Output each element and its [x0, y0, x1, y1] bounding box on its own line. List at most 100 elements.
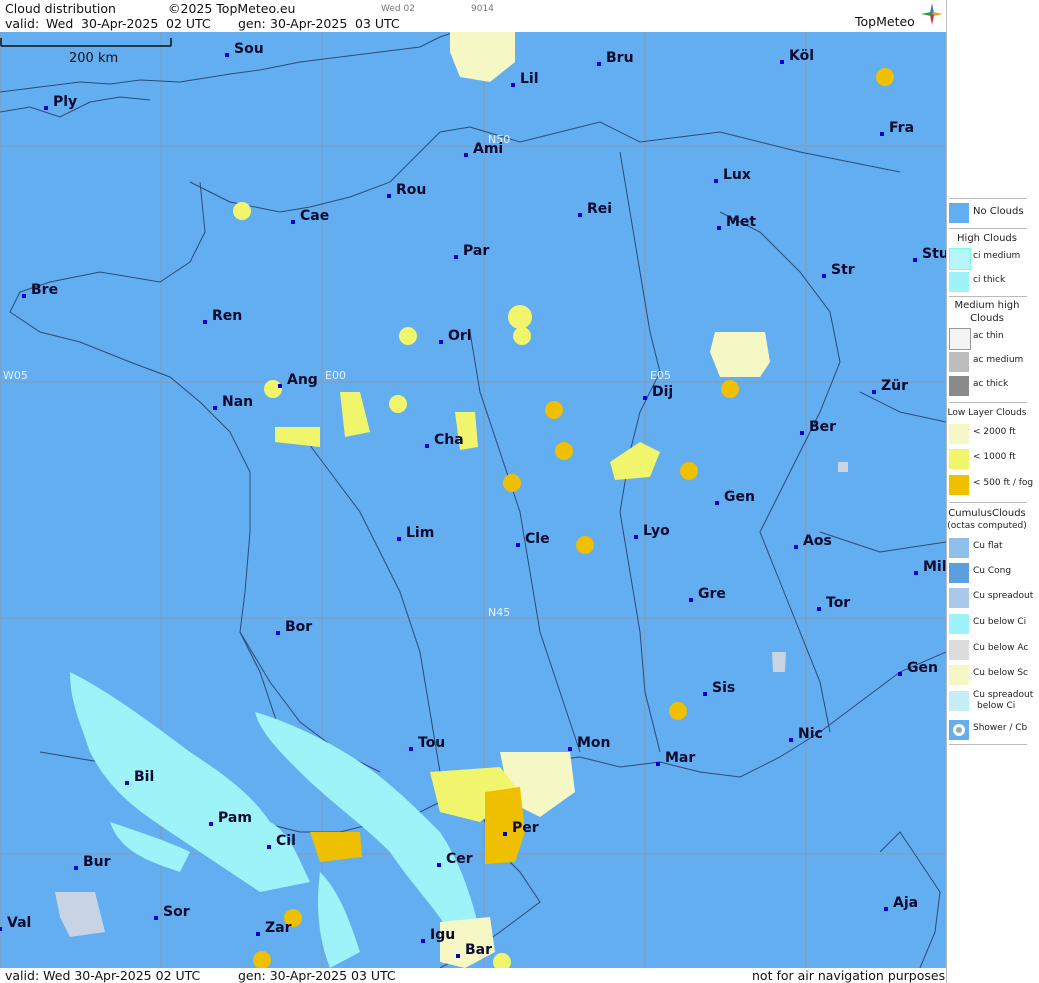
city-label[interactable]: Bor [276, 619, 312, 635]
legend-ci-thick: ci thick [949, 272, 1037, 292]
city-label[interactable]: Zür [872, 378, 908, 394]
city-label[interactable]: Mil [914, 559, 946, 575]
city-label[interactable]: Lux [714, 167, 751, 183]
city-label[interactable]: Met [717, 214, 756, 230]
city-label[interactable]: Ply [44, 94, 77, 110]
city-label[interactable]: Nan [213, 394, 253, 410]
city-label[interactable]: Bre [22, 282, 58, 298]
gen-label: gen: [238, 16, 266, 31]
cloud-map[interactable]: 200 km N50 N45 W05 E00 E05 Sou Bru Köl P… [0, 32, 946, 968]
grid-label-w05: W05 [3, 369, 28, 382]
legend-ac-thick: ac thick [949, 376, 1037, 396]
legend-shower: Shower / Cb [949, 720, 1037, 740]
city-label[interactable]: Dij [643, 384, 673, 400]
city-label[interactable]: Fra [880, 120, 914, 136]
grid-label-e00: E00 [325, 369, 346, 382]
swatch-ci-thick [949, 272, 969, 292]
scale-bar [0, 38, 172, 47]
shower-icon [953, 724, 965, 736]
city-label[interactable]: Ren [203, 308, 242, 324]
city-label[interactable]: Tou [409, 735, 445, 751]
city-label[interactable]: Köl [780, 48, 814, 64]
city-label[interactable]: Ang [278, 372, 318, 388]
city-label[interactable]: Per [503, 820, 539, 836]
footer: valid: Wed 30-Apr-2025 02 UTC gen: 30-Ap… [0, 968, 946, 983]
topmeteo-logo: TopMeteo [855, 14, 915, 29]
legend-divider [949, 296, 1027, 297]
swatch-low-500 [949, 475, 969, 495]
city-label[interactable]: Aos [794, 533, 832, 549]
swatch-cu-below-sc [949, 665, 969, 685]
city-label[interactable]: Cil [267, 833, 296, 849]
city-label[interactable]: Igu [421, 927, 455, 943]
legend-high-title: High Clouds [957, 233, 1017, 244]
swatch-cu-below-ac [949, 640, 969, 660]
city-label[interactable]: Bur [74, 854, 111, 870]
city-label[interactable]: Bar [456, 942, 492, 958]
city-label[interactable]: Str [822, 262, 855, 278]
footer-note: not for air navigation purposes [752, 968, 946, 983]
city-label[interactable]: Rou [387, 182, 426, 198]
city-label[interactable]: Aja [884, 895, 918, 911]
city-label[interactable]: Cer [437, 851, 473, 867]
compass-icon [921, 3, 943, 25]
swatch-low-1000 [949, 449, 969, 469]
footer-valid: valid: Wed 30-Apr-2025 02 UTC [5, 968, 201, 983]
city-label[interactable]: Zar [256, 920, 292, 936]
swatch-shower [949, 720, 969, 740]
map-title: Cloud distribution [5, 1, 116, 16]
swatch-cu-spread-below-ci [949, 691, 969, 711]
city-label[interactable]: Rei [578, 201, 612, 217]
legend-cu-cong: Cu Cong [949, 563, 1037, 583]
city-label[interactable]: Lim [397, 525, 434, 541]
legend-cu-spread-below-ci: Cu spreadout below Ci [949, 690, 1037, 711]
grid-label-e05: E05 [650, 369, 671, 382]
city-label[interactable]: Stu [913, 246, 946, 262]
legend-ci-medium: ci medium [949, 248, 1037, 270]
legend-cu-below-sc: Cu below Sc [949, 665, 1037, 685]
city-label[interactable]: Sor [154, 904, 190, 920]
legend-low-500: < 500 ft / fog [949, 475, 1037, 495]
city-label[interactable]: Cha [425, 432, 464, 448]
city-label[interactable]: Bru [597, 50, 634, 66]
city-label[interactable]: Gen [898, 660, 938, 676]
grid-label-n45: N45 [488, 606, 511, 619]
city-label[interactable]: Nic [789, 726, 823, 742]
city-label[interactable]: Tor [817, 595, 850, 611]
valid-time: 02 UTC [166, 16, 211, 31]
swatch-ac-thick [949, 376, 969, 396]
small-day: Wed 02 [381, 4, 415, 14]
legend-low-2000: < 2000 ft [949, 424, 1037, 444]
city-label[interactable]: Ber [800, 419, 836, 435]
swatch-cu-cong [949, 563, 969, 583]
valid-day: Wed [46, 16, 74, 31]
legend-low-1000: < 1000 ft [949, 449, 1037, 469]
city-label[interactable]: Par [454, 243, 489, 259]
city-label[interactable]: Mar [656, 750, 695, 766]
city-label[interactable]: Gre [689, 586, 726, 602]
city-label[interactable]: Lyo [634, 523, 670, 539]
city-label[interactable]: Pam [209, 810, 252, 826]
city-label[interactable]: Mon [568, 735, 611, 751]
city-label[interactable]: Cae [291, 208, 329, 224]
swatch-low-2000 [949, 424, 969, 444]
city-label[interactable]: Orl [439, 328, 472, 344]
swatch-cu-below-ci [949, 614, 969, 634]
legend-divider [949, 402, 1027, 403]
legend-cu-below-ac: Cu below Ac [949, 640, 1037, 660]
city-label[interactable]: Lil [511, 71, 539, 87]
swatch-ac-medium [949, 352, 969, 372]
footer-gen: gen: 30-Apr-2025 03 UTC [238, 968, 396, 983]
city-label[interactable]: Sis [703, 680, 735, 696]
city-label[interactable]: Cle [516, 531, 550, 547]
city-label[interactable]: Sou [225, 41, 264, 57]
gen-time: 03 UTC [355, 16, 400, 31]
city-label[interactable]: Gen [715, 489, 755, 505]
city-label[interactable]: Ami [464, 141, 503, 157]
city-label[interactable]: Bil [125, 769, 154, 785]
legend-divider [949, 198, 1027, 199]
city-label[interactable]: Val [0, 915, 31, 931]
legend-no-clouds: No Clouds [949, 203, 1037, 223]
legend-panel: No Clouds High Clouds ci medium ci thick… [946, 0, 1039, 983]
legend-ac-medium: ac medium [949, 352, 1037, 372]
